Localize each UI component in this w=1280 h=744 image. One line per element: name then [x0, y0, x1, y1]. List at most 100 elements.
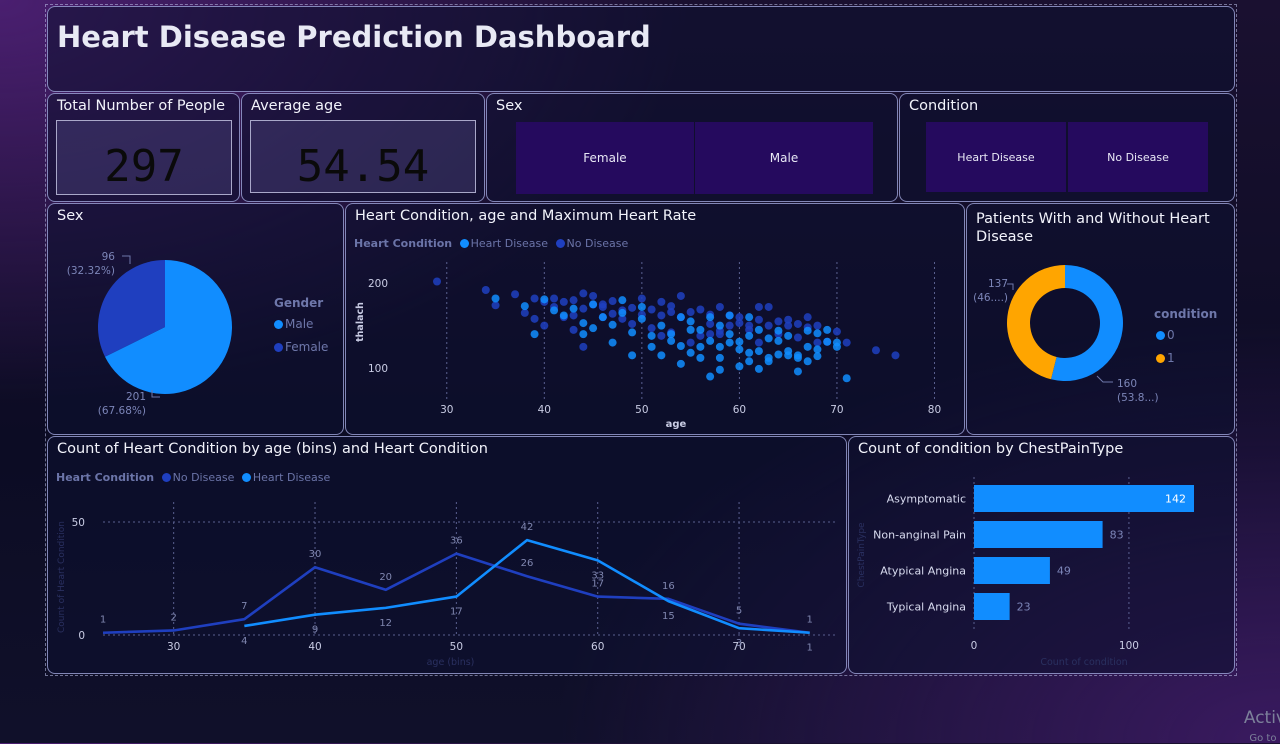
- condition-1-dot: [1156, 354, 1165, 363]
- scatter-point-nd-49: [647, 324, 656, 333]
- scatter-point-nd-66: [628, 319, 637, 328]
- scatter-point-nd-50: [657, 297, 666, 306]
- scatter-point-nd-43: [579, 304, 588, 313]
- donut-panel[interactable]: Patients With and Without Heart Disease …: [966, 203, 1235, 435]
- scatter-point-hd-73: [579, 330, 588, 339]
- scatter-point-hd-50: [803, 357, 812, 366]
- bar-xtick-100: 100: [1119, 640, 1139, 652]
- scatter-point-hd-3: [540, 295, 549, 304]
- kpi-total-panel[interactable]: Total Number of People 297: [47, 93, 240, 202]
- scatter-point-nd-73: [715, 330, 724, 339]
- bar-panel[interactable]: Count of condition by ChestPainType 0 100…: [848, 436, 1235, 674]
- scatter-point-hd-57: [745, 331, 754, 340]
- pie-label-male-pct: (67.68%): [98, 405, 146, 417]
- scatter-point-hd-9: [598, 313, 607, 322]
- pie-label-male-count: 201: [126, 391, 146, 403]
- line-data-label-0-3: 30: [309, 549, 322, 560]
- line-ytick-0: 0: [78, 630, 85, 642]
- scatter-point-hd-14: [647, 342, 656, 351]
- scatter-xtick-70: 70: [830, 404, 843, 416]
- scatter-point-hd-8: [589, 300, 598, 309]
- scatter-point-nd-58: [754, 338, 763, 347]
- kpi-age-panel[interactable]: Average age 54.54: [241, 93, 485, 202]
- condition-slicer-no-disease[interactable]: No Disease: [1068, 122, 1208, 192]
- line-chart[interactable]: 05030 40 50 60 70age (bins)Count of Heart Co…: [48, 437, 846, 673]
- scatter-point-hd-75: [803, 326, 812, 335]
- scatter-chart[interactable]: 30 40 50 60 70 80 100 200 age thalach: [346, 204, 964, 434]
- scatter-point-hd-56: [589, 324, 598, 333]
- scatter-point-hd-54: [628, 351, 637, 360]
- scatter-point-hd-65: [764, 353, 773, 362]
- scatter-point-nd-38: [871, 346, 880, 355]
- line-xtick-40: 40: [308, 641, 321, 653]
- scatter-point-nd-62: [803, 313, 812, 322]
- line-panel[interactable]: Count of Heart Condition by age (bins) a…: [47, 436, 847, 674]
- female-legend-dot: [274, 343, 283, 352]
- line-data-label-0-6: 26: [521, 558, 534, 569]
- kpi-age-value: 54.54: [296, 141, 430, 192]
- line-data-label-1-8: 1: [807, 643, 813, 654]
- scatter-point-nd-64: [686, 338, 695, 347]
- line-data-label-0-5: 36: [450, 536, 463, 547]
- scatter-point-hd-68: [696, 353, 705, 362]
- sex-pie-panel[interactable]: Sex 96 (32.32%) 201 (67.68%) Gender Male Fe…: [47, 203, 344, 435]
- sex-slicer-female[interactable]: Female: [516, 122, 694, 194]
- scatter-point-hd-30: [793, 367, 802, 376]
- scatter-point-hd-72: [618, 308, 627, 317]
- sex-pie-legend-female[interactable]: Female: [270, 340, 328, 354]
- pie-leader-female: [122, 255, 131, 264]
- kpi-total-value: 297: [104, 141, 184, 192]
- line-data-label-1-7: 3: [736, 638, 742, 649]
- line-data-label-0-8: 16: [662, 581, 675, 592]
- scatter-point-hd-42: [676, 359, 685, 368]
- bar-value-label-1: 83: [1110, 529, 1124, 542]
- scatter-point-nd-29: [764, 302, 773, 311]
- scatter-point-nd-59: [764, 321, 773, 330]
- bar-category-label-2: Atypical Angina: [880, 565, 966, 578]
- scatter-ylabel: thalach: [355, 302, 366, 342]
- condition-slicer-heart-disease[interactable]: Heart Disease: [926, 122, 1066, 192]
- line-data-label-1-3: 17: [450, 607, 463, 618]
- scatter-point-nd-75: [754, 302, 763, 311]
- line-ylabel: Count of Heart Condition: [57, 521, 67, 633]
- bar-xtick-0: 0: [971, 640, 978, 652]
- scatter-point-hd-60: [754, 347, 763, 356]
- scatter-point-nd-10: [579, 289, 588, 298]
- scatter-point-nd-15: [628, 303, 637, 312]
- scatter-point-nd-57: [735, 313, 744, 322]
- scatter-point-nd-76: [598, 300, 607, 309]
- scatter-point-nd-5: [530, 294, 539, 303]
- scatter-point-hd-32: [813, 329, 822, 338]
- scatter-point-hd-28: [774, 336, 783, 345]
- sex-slicer-male[interactable]: Male: [695, 122, 873, 194]
- scatter-point-nd-74: [784, 321, 793, 330]
- scatter-point-hd-47: [764, 334, 773, 343]
- scatter-point-hd-66: [715, 365, 724, 374]
- scatter-point-hd-36: [706, 372, 715, 381]
- scatter-point-hd-24: [735, 337, 744, 346]
- scatter-point-hd-23: [725, 330, 734, 339]
- scatter-point-nd-71: [667, 308, 676, 317]
- scatter-point-hd-53: [637, 302, 646, 311]
- scatter-point-nd-22: [696, 305, 705, 314]
- windows-activation-subtext: Go to S: [1249, 733, 1280, 744]
- donut-legend-1[interactable]: 1: [1152, 351, 1175, 365]
- scatter-point-nd-46: [608, 309, 617, 318]
- scatter-point-hd-41: [745, 313, 754, 322]
- pie-label-female-count: 96: [102, 251, 116, 263]
- windows-activation-watermark: Activ: [1243, 708, 1280, 728]
- bar-value-label-0: 142: [1165, 493, 1186, 506]
- bar-1: [974, 521, 1103, 548]
- scatter-point-hd-59: [706, 313, 715, 322]
- condition-0-dot: [1156, 331, 1165, 340]
- bar-value-label-3: 23: [1017, 601, 1031, 614]
- scatter-panel[interactable]: Heart Condition, age and Maximum Heart R…: [345, 203, 965, 435]
- sex-pie-legend-male[interactable]: Male: [270, 317, 313, 331]
- donut-label-0-pct: (53.8...): [1117, 392, 1159, 404]
- scatter-ytick-200: 200: [368, 278, 388, 290]
- donut-legend-0[interactable]: 0: [1152, 328, 1175, 342]
- bar-chart[interactable]: 0 100 Asymptomatic 142 Non-anginal Pain 83 Aty…: [849, 437, 1234, 673]
- scatter-point-nd-52: [676, 291, 685, 300]
- sex-slicer-panel: Sex Female Male: [486, 93, 898, 202]
- scatter-point-nd-65: [657, 331, 666, 340]
